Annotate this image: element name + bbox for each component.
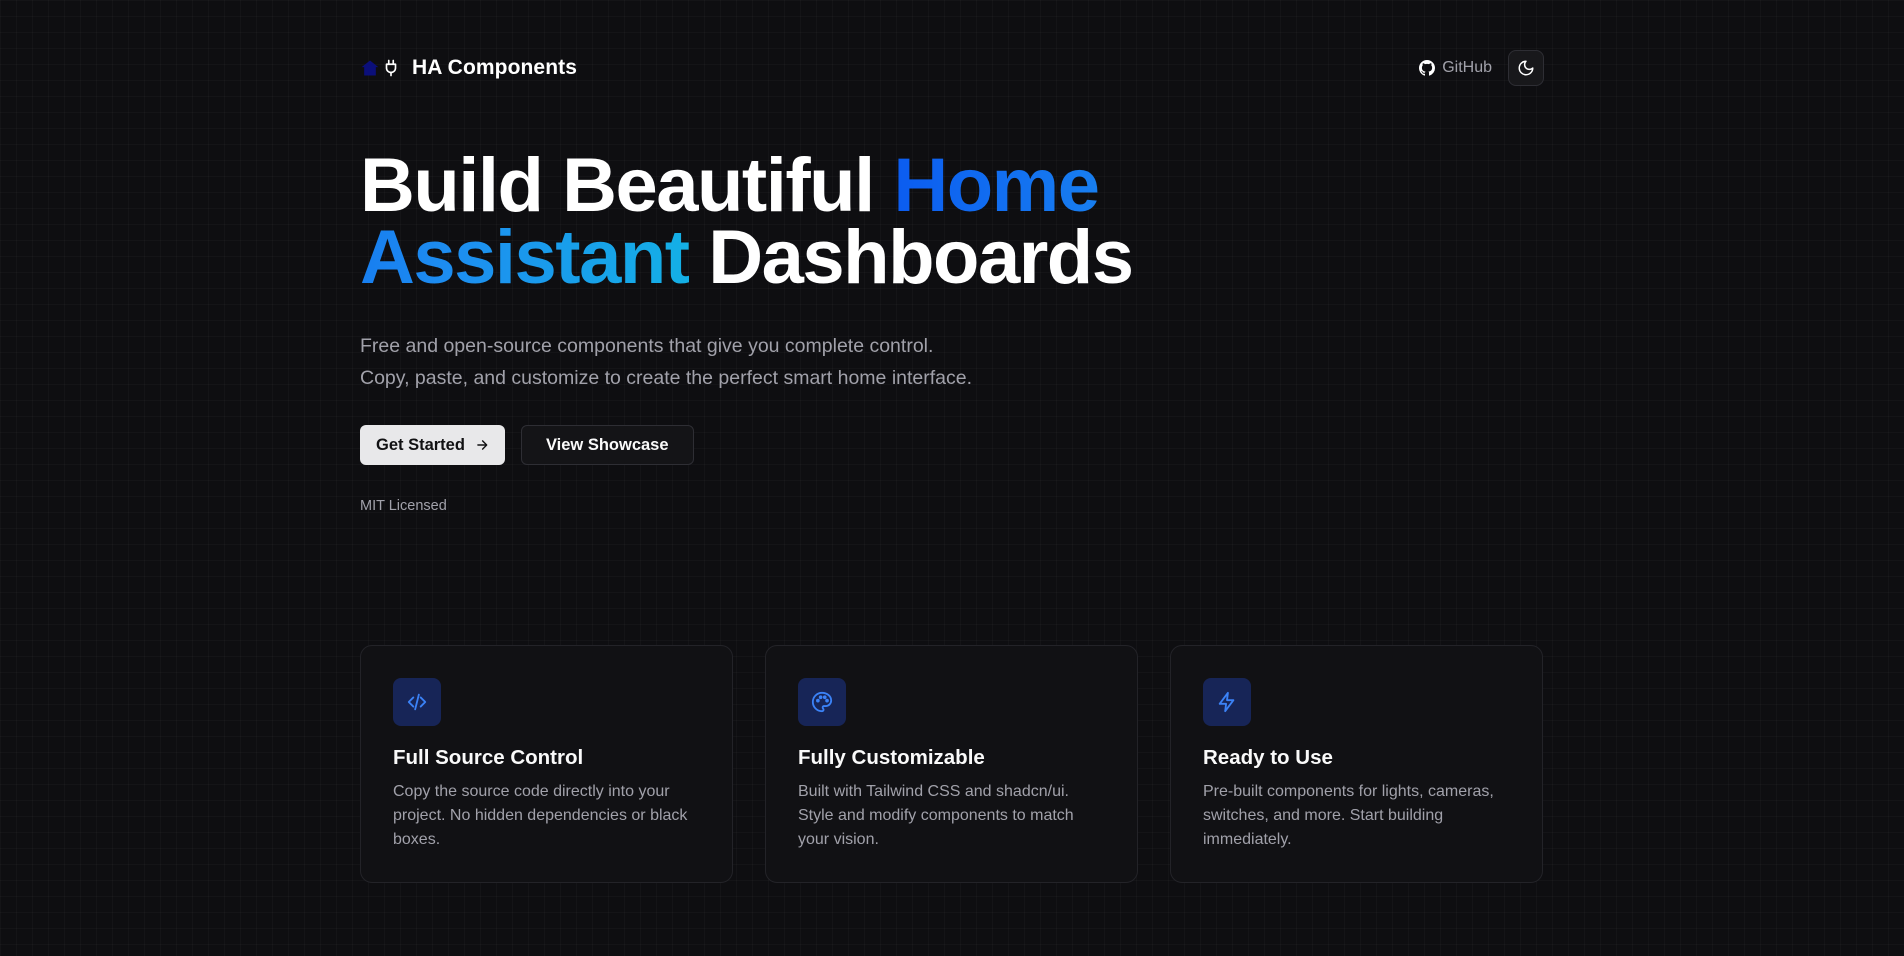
palette-icon [811, 691, 833, 713]
moon-icon [1518, 60, 1534, 76]
brand[interactable]: HA Components [360, 56, 577, 80]
header-actions: GitHub [1419, 50, 1544, 86]
view-showcase-label: View Showcase [545, 435, 669, 454]
feature-description: Pre-built components for lights, cameras… [1203, 783, 1494, 848]
feature-description: Copy the source code directly into your … [393, 783, 688, 848]
plug-icon [385, 59, 397, 77]
feature-icon-tile [798, 678, 846, 726]
view-showcase-button[interactable]: View Showcase [520, 425, 694, 465]
feature-card: Ready to Use Pre-built components for li… [1170, 645, 1543, 883]
arrow-right-icon [477, 440, 488, 450]
get-started-button[interactable]: Get Started [360, 425, 505, 465]
feature-description: Built with Tailwind CSS and shadcn/ui. S… [798, 783, 1074, 848]
feature-card: Fully Customizable Built with Tailwind C… [765, 645, 1138, 883]
cta-row: Get Started View Showcase [360, 425, 694, 465]
brand-title: HA Components [412, 56, 578, 79]
hero-title-part2: Dashboards [708, 215, 1134, 300]
feature-icon-tile [1203, 678, 1251, 726]
site-header: HA Components GitHub [360, 48, 1544, 88]
theme-toggle-button[interactable] [1508, 50, 1544, 86]
feature-icon-tile [393, 678, 441, 726]
license-note: MIT Licensed [360, 498, 447, 514]
hero-subtitle: Free and open-source components that giv… [360, 330, 1260, 394]
github-icon [1419, 60, 1436, 76]
page: HA Components GitHub Build Beautiful Hom… [360, 0, 1544, 956]
home-icon [361, 60, 379, 76]
feature-title: Full Source Control [393, 746, 584, 769]
zap-icon [1218, 691, 1235, 713]
get-started-label: Get Started [376, 435, 465, 454]
code-icon [407, 693, 427, 711]
hero-subtitle-line1: Free and open-source components that giv… [360, 335, 934, 357]
feature-card: Full Source Control Copy the source code… [360, 645, 733, 883]
feature-title: Fully Customizable [798, 746, 985, 769]
brand-logo [360, 56, 400, 80]
feature-title: Ready to Use [1203, 746, 1333, 769]
github-label: GitHub [1442, 59, 1492, 76]
features-grid: Full Source Control Copy the source code… [360, 645, 1544, 883]
hero-title: Build Beautiful Home Assistant Dashboard… [360, 148, 1260, 296]
hero-subtitle-line2: Copy, paste, and customize to create the… [360, 367, 973, 389]
github-link[interactable]: GitHub [1419, 59, 1492, 77]
